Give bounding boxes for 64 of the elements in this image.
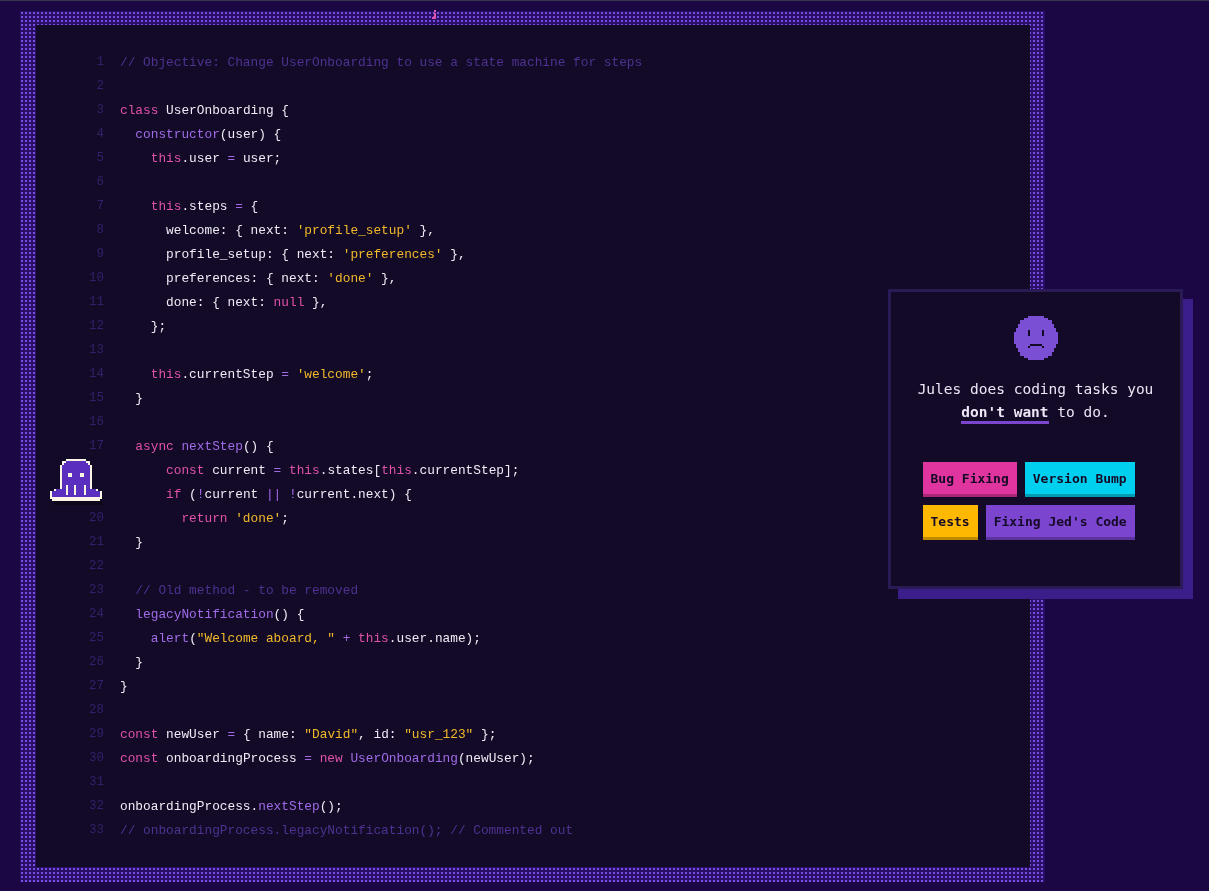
line-number: 11 — [88, 295, 105, 309]
line-number: 3 — [95, 103, 105, 117]
line-number: 2 — [95, 79, 105, 93]
code-line: profile_setup: { next: 'preferences' }, — [165, 246, 466, 262]
code-line: // Old method - to be removed — [134, 582, 359, 598]
task-tag: Fixing Jed's Code — [985, 505, 1135, 540]
line-number: 25 — [88, 631, 105, 645]
line-number: 21 — [88, 535, 105, 549]
line-number: 22 — [88, 559, 105, 573]
line-number: 16 — [88, 415, 105, 429]
line-number: 23 — [88, 583, 105, 597]
code-line: preferences: { next: 'done' }, — [165, 270, 397, 286]
code-line: const newUser = { name: "David", id: "usr_123" }; — [120, 726, 497, 742]
task-tag: Bug Fixing — [922, 462, 1017, 497]
code-line: welcome: { next: 'profile_setup' }, — [165, 222, 435, 238]
code-line: this.user = user; — [149, 150, 282, 166]
line-number: 31 — [88, 775, 105, 789]
code-line: alert("Welcome aboard, " + this.user.name); — [149, 630, 481, 646]
line-number: 10 — [88, 271, 105, 285]
line-number: 12 — [88, 319, 105, 333]
line-number: 7 — [95, 199, 105, 213]
code-line: } — [134, 534, 144, 550]
line-number: 33 — [88, 823, 105, 837]
line-number: 5 — [95, 151, 105, 165]
hook-icon — [431, 10, 439, 21]
line-number: 9 — [95, 247, 105, 261]
code-line: this.steps = { — [149, 198, 259, 214]
line-number: 4 — [95, 127, 105, 141]
line-number: 28 — [88, 703, 105, 717]
code-line: class UserOnboarding { — [120, 102, 289, 118]
line-number: 27 — [88, 679, 105, 693]
code-line: constructor(user) { — [134, 126, 282, 142]
code-line: return 'done'; — [180, 510, 289, 526]
task-tag: Tests — [922, 505, 978, 540]
line-number: 20 — [88, 511, 105, 525]
line-number: 1 — [95, 55, 105, 69]
code-line: this.currentStep = 'welcome'; — [149, 366, 374, 382]
code-line: onboardingProcess.nextStep(); — [120, 798, 343, 814]
line-number: 8 — [95, 223, 105, 237]
line-number: 14 — [88, 367, 105, 381]
code-line: // Objective: Change UserOnboarding to use a state machine for steps — [120, 54, 643, 70]
line-number: 30 — [88, 751, 105, 765]
code-line: // onboardingProcess.legacyNotification(); // Commented out — [120, 822, 574, 838]
line-number: 6 — [95, 175, 105, 189]
code-line: async nextStep() { — [134, 438, 274, 454]
code-line: done: { next: null }, — [165, 294, 328, 310]
code-line: legacyNotification() { — [134, 606, 305, 622]
line-number: 24 — [88, 607, 105, 621]
line-number: 32 — [88, 799, 105, 813]
line-number: 13 — [88, 343, 105, 357]
code-line: }; — [149, 318, 167, 334]
line-number: 15 — [88, 391, 105, 405]
code-line: const onboardingProcess = new UserOnboarding(newUser); — [120, 750, 535, 766]
code-line: } — [120, 678, 128, 694]
code-line: } — [134, 654, 144, 670]
line-number: 26 — [88, 655, 105, 669]
card-message: Jules does coding tasks you don't want to do. — [905, 378, 1166, 424]
line-number: 29 — [88, 727, 105, 741]
code-line: } — [134, 390, 144, 406]
line-number: 17 — [88, 439, 105, 453]
task-tag: Version Bump — [1024, 462, 1135, 497]
code-line: if (!current || !current.next) { — [165, 486, 412, 502]
code-line: const current = this.states[this.currentStep]; — [165, 462, 520, 478]
sad-face-icon — [1013, 316, 1058, 360]
